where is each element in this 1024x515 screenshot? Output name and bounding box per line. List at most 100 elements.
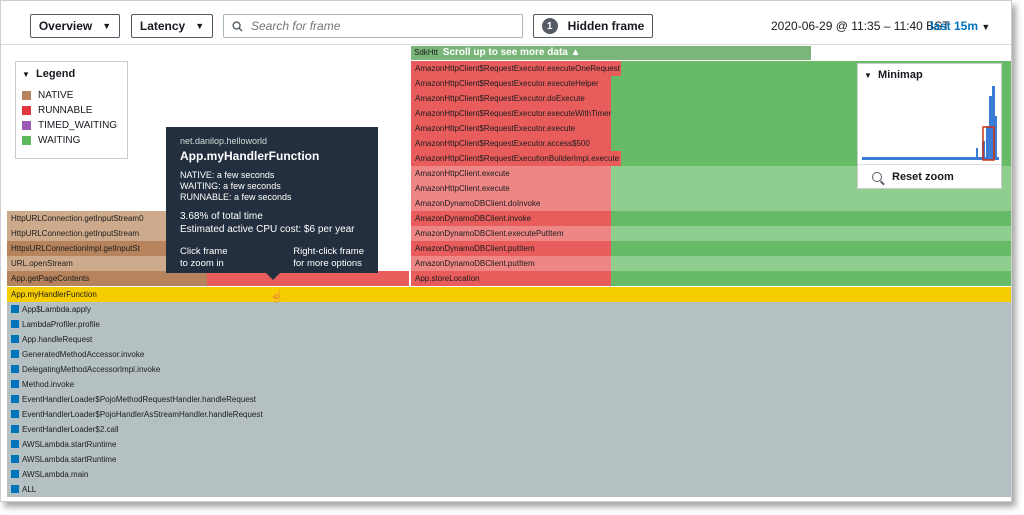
flame-frame[interactable]: AmazonDynamoDBClient.putItem (411, 241, 611, 256)
search-icon (232, 20, 243, 32)
flame-frame[interactable]: AmazonDynamoDBClient.putItem (411, 256, 611, 271)
legend-title: Legend (36, 68, 76, 80)
toolbar: Overview ▼ Latency ▼ 1 Hidden frame 2020… (1, 1, 1011, 45)
tooltip-runnable: RUNNABLE: a few seconds (180, 192, 292, 202)
legend-swatch (22, 121, 31, 130)
tooltip-waiting: WAITING: a few seconds (180, 181, 281, 191)
stack-frame[interactable]: App.handleRequest (7, 332, 1011, 347)
flame-frame[interactable]: AmazonHttpClient.execute (411, 166, 611, 181)
scroll-up-banner[interactable]: SdkHtt Scroll up to see more data ▲ (411, 46, 811, 60)
flame-frame[interactable] (611, 256, 1011, 271)
tooltip-arrow (266, 273, 280, 280)
stack-frame-icon (11, 410, 19, 418)
stack-frame[interactable]: LambdaProfiler.profile (7, 317, 1011, 332)
tooltip-total: 3.68% of total time (180, 211, 263, 222)
hidden-frame-button[interactable]: 1 Hidden frame (533, 14, 653, 38)
stack-frame-icon (11, 335, 19, 343)
legend-item-waiting: WAITING (16, 133, 127, 148)
legend-item-timed-waiting: TIMED_WAITING (16, 118, 127, 133)
tooltip-function: App.myHandlerFunction (180, 149, 320, 163)
caret-down-icon: ▼ (864, 71, 872, 80)
view-select[interactable]: Overview ▼ (30, 14, 120, 38)
flame-frame[interactable]: HttpURLConnection.getInputStream0 (7, 211, 167, 226)
caret-down-icon: ▼ (102, 21, 112, 31)
reset-zoom-label: Reset zoom (892, 170, 954, 183)
flame-frame[interactable]: AmazonDynamoDBClient.doInvoke (411, 196, 611, 211)
stack-frame[interactable]: ALL (7, 482, 1011, 497)
range-preset-label: last 15m (930, 19, 979, 33)
minimap-panel: ▼ Minimap Reset zoom (857, 63, 1002, 189)
legend-swatch (22, 91, 31, 100)
frame-label: SdkHtt (414, 48, 439, 57)
flame-frame[interactable] (611, 241, 1011, 256)
stack-frame[interactable]: AWSLambda.startRuntime (7, 452, 1011, 467)
flame-frame[interactable]: AmazonDynamoDBClient.executePutItem (411, 226, 611, 241)
flame-frame[interactable]: URL.openStream (7, 256, 167, 271)
flame-frame[interactable] (611, 226, 1011, 241)
metric-select[interactable]: Latency ▼ (131, 14, 213, 38)
flame-frame[interactable]: AmazonHttpClient$RequestExecutor.execute… (411, 76, 611, 91)
legend-panel: ▼ Legend NATIVE RUNNABLE TIMED_WAITING W… (15, 61, 128, 159)
flame-frame[interactable]: AmazonHttpClient$RequestExecutor.execute… (411, 106, 611, 121)
stack-frame-icon (11, 395, 19, 403)
flame-frame[interactable] (611, 211, 1011, 226)
time-range: 2020-06-29 @ 11:35 – 11:40 BST (771, 19, 950, 33)
legend-swatch (22, 136, 31, 145)
stack-frame[interactable]: EventHandlerLoader$PojoMethodRequestHand… (7, 392, 1011, 407)
stack-frame[interactable]: DelegatingMethodAccessorImpl.invoke (7, 362, 1011, 377)
stack-frame[interactable]: Method.invoke (7, 377, 1011, 392)
flame-frame[interactable] (611, 271, 1011, 286)
caret-down-icon: ▼ (981, 22, 991, 32)
legend-swatch (22, 106, 31, 115)
hidden-count-badge: 1 (541, 18, 558, 34)
stack-frame-icon (11, 350, 19, 358)
minimap-toggle[interactable]: ▼ Minimap (858, 64, 1001, 81)
tooltip-hint-right-click: Right-click frame for more options (293, 246, 364, 269)
flame-frame[interactable] (207, 271, 409, 286)
reset-zoom-button[interactable]: Reset zoom (858, 164, 1001, 188)
flame-frame[interactable]: AmazonDynamoDBClient.invoke (411, 211, 611, 226)
flame-frame[interactable]: AmazonHttpClient$RequestExecutor.execute (411, 121, 611, 136)
stack-frame[interactable]: AWSLambda.startRuntime (7, 437, 1011, 452)
flame-frame[interactable]: App.storeLocation (411, 271, 611, 286)
minimap-graph[interactable] (862, 86, 999, 164)
flame-frame[interactable]: AmazonHttpClient.execute (411, 181, 611, 196)
caret-down-icon: ▼ (195, 21, 205, 31)
flame-frame[interactable]: AmazonHttpClient$RequestExecutor.access$… (411, 136, 611, 151)
flame-frame[interactable]: HttpsURLConnectionImpl.getInputSt (7, 241, 167, 256)
stack-frame-icon (11, 320, 19, 328)
flame-frame[interactable]: App.getPageContents (7, 271, 207, 286)
flame-frame[interactable]: AmazonHttpClient$RequestExecutor.execute… (411, 61, 621, 76)
stack-frame-icon (11, 305, 19, 313)
flame-frame[interactable]: AmazonHttpClient$RequestExecutor.doExecu… (411, 91, 611, 106)
stack-frame-icon (11, 380, 19, 388)
stack-frame[interactable]: EventHandlerLoader$2.call (7, 422, 1011, 437)
stack-frame-icon (11, 440, 19, 448)
tooltip-hint-click: Click frame to zoom in (180, 246, 228, 269)
flame-frame[interactable] (611, 196, 1011, 211)
stack-frame-icon (11, 455, 19, 463)
range-preset-select[interactable]: last 15m ▼ (930, 19, 990, 33)
stack-frame[interactable]: EventHandlerLoader$PojoHandlerAsStreamHa… (7, 407, 1011, 422)
stack-frame-icon (11, 485, 19, 493)
selected-frame[interactable]: App.myHandlerFunction (7, 287, 1011, 302)
flame-frame[interactable]: HttpURLConnection.getInputStream (7, 226, 167, 241)
stack-frame-icon (11, 425, 19, 433)
search-input[interactable] (249, 18, 509, 34)
stack-frame[interactable]: App$Lambda.apply (7, 302, 1011, 317)
frame-tooltip: net.danilop.helloworld App.myHandlerFunc… (166, 127, 378, 280)
legend-toggle[interactable]: ▼ Legend (16, 62, 127, 80)
zoom-out-icon (872, 171, 882, 182)
hand-cursor-icon: ☝ (269, 289, 284, 303)
stack-frame[interactable]: GeneratedMethodAccessor.invoke (7, 347, 1011, 362)
flame-frame[interactable]: AmazonHttpClient$RequestExecutionBuilder… (411, 151, 621, 166)
flame-graph[interactable]: SdkHtt Scroll up to see more data ▲ Amaz… (1, 45, 1011, 501)
scroll-up-label: Scroll up to see more data ▲ (442, 47, 581, 58)
stack-frame-icon (11, 365, 19, 373)
tooltip-native: NATIVE: a few seconds (180, 170, 275, 180)
minimap-title: Minimap (878, 69, 923, 81)
view-select-label: Overview (38, 19, 93, 33)
legend-item-native: NATIVE (16, 88, 127, 103)
stack-frame[interactable]: AWSLambda.main (7, 467, 1011, 482)
profiler-window: Overview ▼ Latency ▼ 1 Hidden frame 2020… (0, 0, 1012, 502)
